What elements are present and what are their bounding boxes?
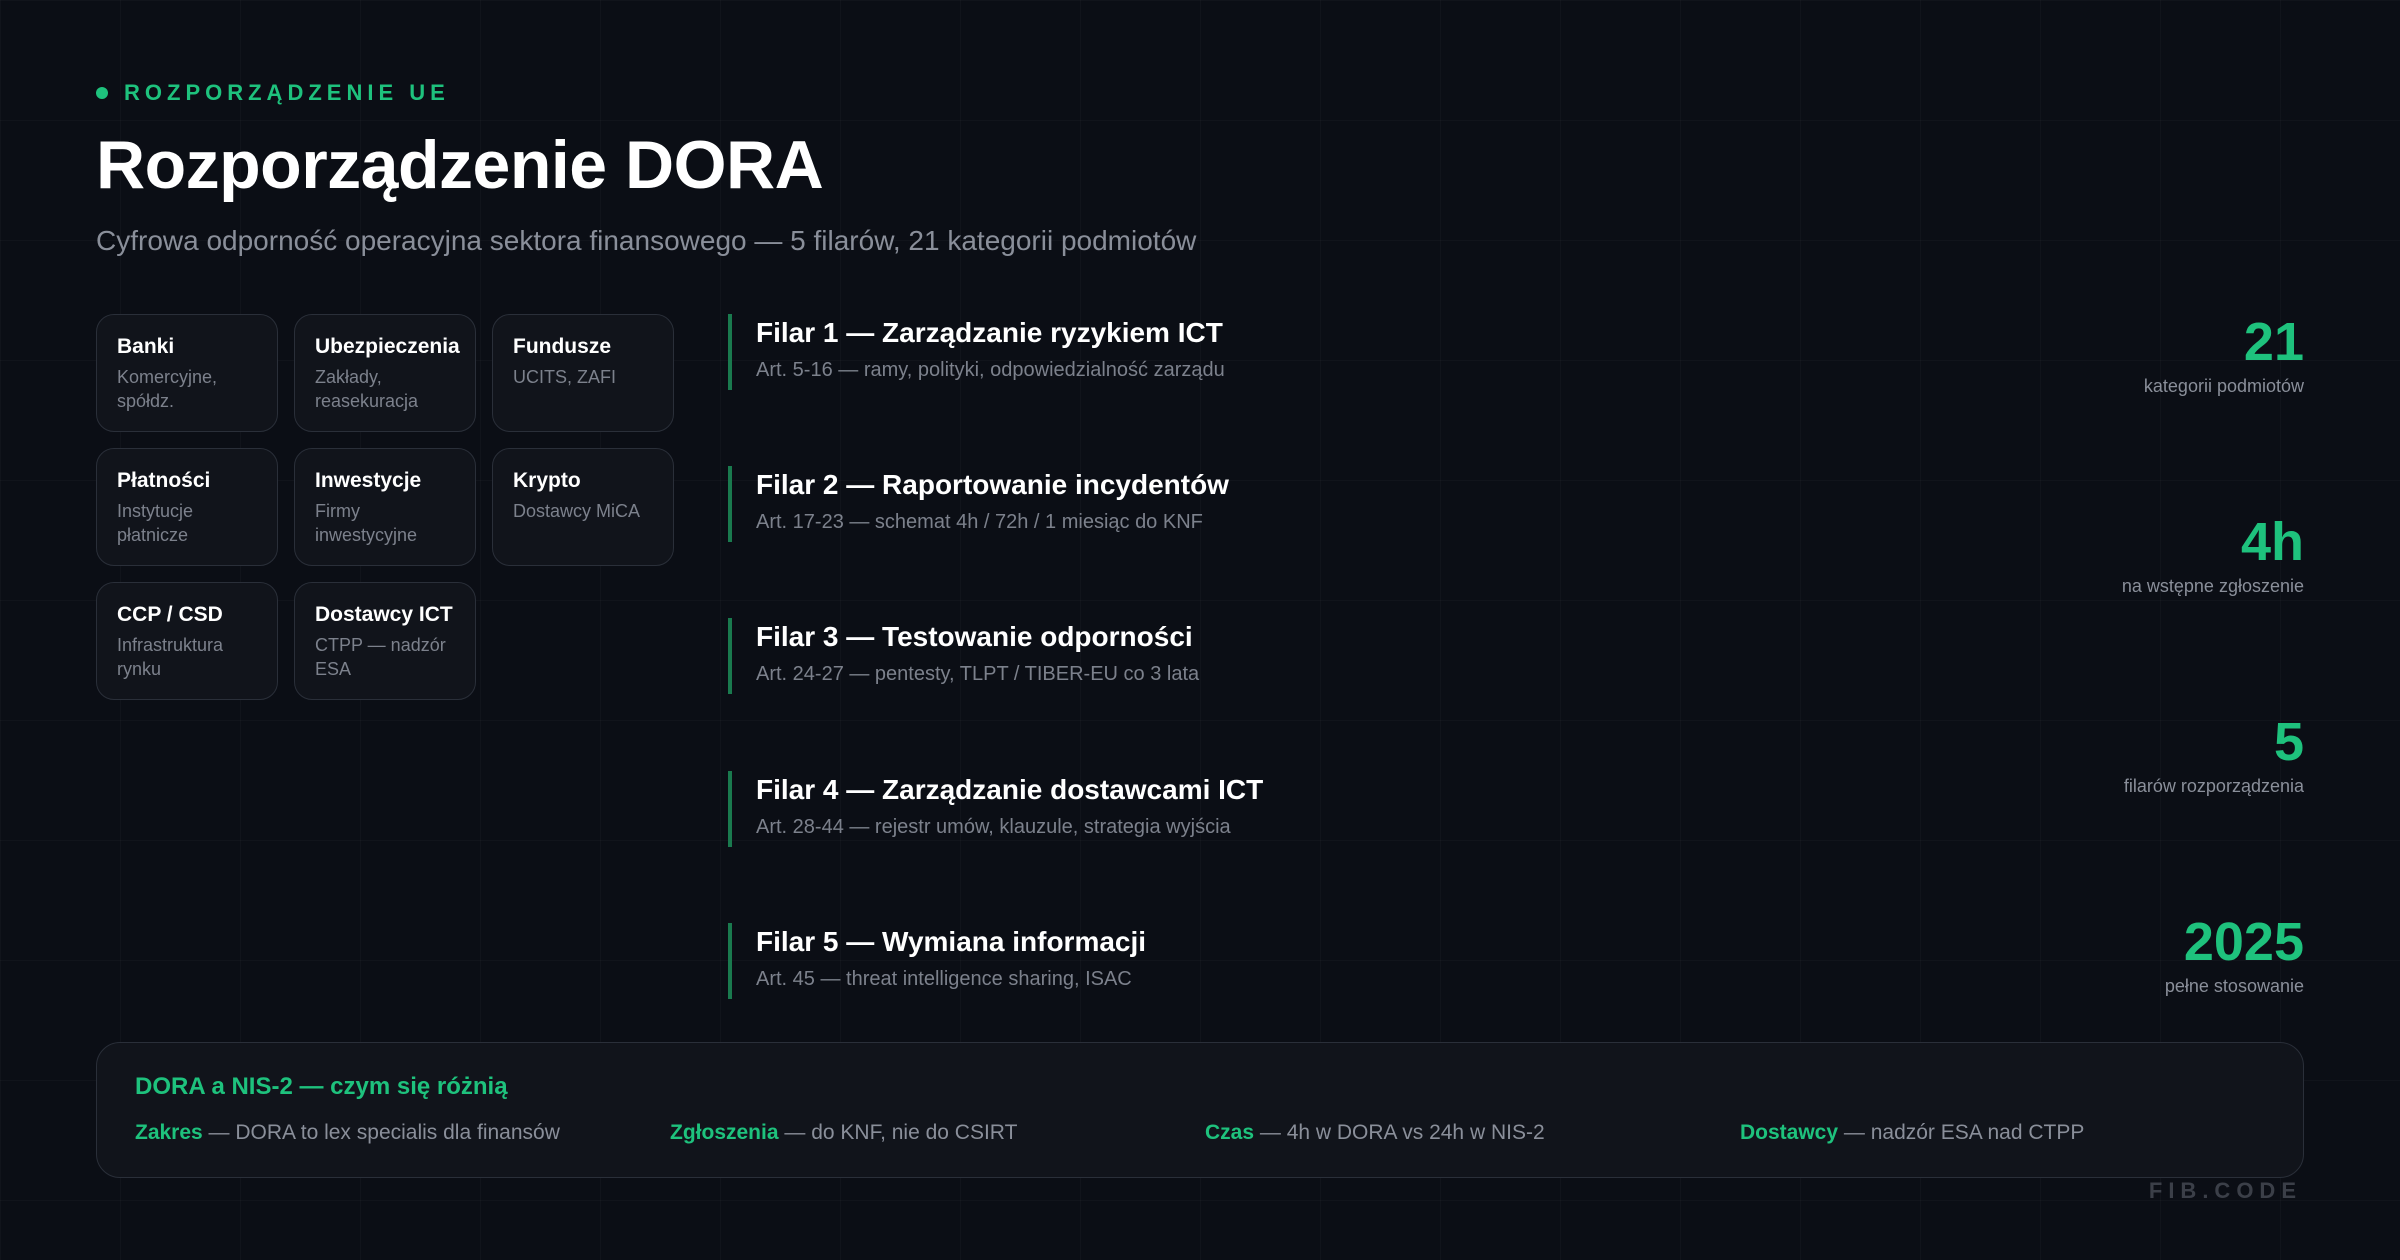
category-title: Dostawcy ICT — [315, 603, 453, 626]
category-card-investments: Inwestycje Firmy inwestycyjne — [294, 448, 476, 566]
category-card-ccp-csd: CCP / CSD Infrastruktura rynku — [96, 582, 278, 700]
entity-categories-grid: Banki Komercyjne, spółdz. Ubezpieczenia … — [96, 314, 676, 700]
pillar-title: Filar 3 — Testowanie odporności — [756, 621, 1193, 652]
category-card-insurance: Ubezpieczenia Zakłady, reasekuracja — [294, 314, 476, 432]
eyebrow-dot-icon — [96, 87, 108, 99]
category-card-funds: Fundusze UCITS, ZAFI — [492, 314, 674, 432]
category-title: Fundusze — [513, 335, 611, 358]
comparison-key: Zgłoszenia — [670, 1121, 779, 1144]
pillar-desc: Art. 45 — threat intelligence sharing, I… — [756, 968, 1132, 990]
eyebrow-label: ROZPORZĄDZENIE UE — [124, 80, 450, 105]
comparison-title: DORA a NIS-2 — czym się różnią — [135, 1073, 508, 1100]
comparison-item-scope: Zakres — DORA to lex specialis dla finan… — [135, 1121, 670, 1145]
stat-label: filarów rozporządzenia — [2123, 776, 2304, 796]
comparison-text: — DORA to lex specialis dla finansów — [202, 1121, 560, 1144]
pillar-3: Filar 3 — Testowanie odporności Art. 24-… — [728, 618, 1548, 694]
page-title: Rozporządzenie DORA — [96, 127, 824, 203]
category-desc: Infrastruktura rynku — [117, 635, 224, 679]
stat-categories: 21 kategorii podmiotów — [2144, 312, 2304, 397]
category-desc: Firmy inwestycyjne — [315, 501, 418, 545]
stat-label: na wstępne zgłoszenie — [2121, 576, 2304, 596]
comparison-key: Zakres — [135, 1121, 203, 1144]
category-card-banks: Banki Komercyjne, spółdz. — [96, 314, 278, 432]
stat-full-application: 2025 pełne stosowanie — [2165, 912, 2304, 997]
pillar-2: Filar 2 — Raportowanie incydentów Art. 1… — [728, 466, 1548, 542]
category-desc: Komercyjne, spółdz. — [117, 367, 218, 411]
eyebrow: ROZPORZĄDZENIE UE — [96, 80, 450, 106]
pillar-5: Filar 5 — Wymiana informacji Art. 45 — t… — [728, 923, 1548, 999]
pillar-title: Filar 1 — Zarządzanie ryzykiem ICT — [756, 317, 1223, 348]
pillar-1: Filar 1 — Zarządzanie ryzykiem ICT Art. … — [728, 314, 1548, 390]
comparison-text: — 4h w DORA vs 24h w NIS-2 — [1254, 1121, 1545, 1144]
comparison-text: — do KNF, nie do CSIRT — [778, 1121, 1018, 1144]
pillar-desc: Art. 17-23 — schemat 4h / 72h / 1 miesią… — [756, 511, 1203, 533]
comparison-item-time: Czas — 4h w DORA vs 24h w NIS-2 — [1205, 1121, 1740, 1145]
category-title: Płatności — [117, 469, 211, 492]
stat-label: pełne stosowanie — [2164, 976, 2304, 996]
category-title: CCP / CSD — [117, 603, 223, 626]
comparison-key: Dostawcy — [1740, 1121, 1839, 1144]
dora-vs-nis2-panel: DORA a NIS-2 — czym się różnią Zakres — … — [96, 1042, 2304, 1178]
category-card-crypto: Krypto Dostawcy MiCA — [492, 448, 674, 566]
category-title: Inwestycje — [315, 469, 422, 492]
pillar-desc: Art. 5-16 — ramy, polityki, odpowiedzial… — [756, 359, 1225, 381]
stat-label: kategorii podmiotów — [2143, 376, 2304, 396]
category-title: Krypto — [513, 469, 581, 492]
stat-value: 2025 — [2183, 912, 2304, 972]
comparison-text: — nadzór ESA nad CTPP — [1838, 1121, 2085, 1144]
stat-value: 21 — [2243, 312, 2304, 372]
pillar-title: Filar 2 — Raportowanie incydentów — [756, 469, 1229, 500]
category-desc: UCITS, ZAFI — [513, 367, 616, 387]
pillar-desc: Art. 28-44 — rejestr umów, klauzule, str… — [756, 816, 1231, 838]
stat-value: 5 — [2273, 712, 2304, 772]
pillar-title: Filar 4 — Zarządzanie dostawcami ICT — [756, 774, 1264, 805]
stat-report-time: 4h na wstępne zgłoszenie — [2122, 512, 2304, 597]
stat-value: 4h — [2240, 512, 2304, 572]
category-card-payments: Płatności Instytucje płatnicze — [96, 448, 278, 566]
pillar-title: Filar 5 — Wymiana informacji — [756, 926, 1147, 957]
brand-watermark: FIB.CODE — [2148, 1178, 2302, 1203]
comparison-item-providers: Dostawcy — nadzór ESA nad CTPP — [1740, 1121, 2275, 1145]
category-card-ict-providers: Dostawcy ICT CTPP — nadzór ESA — [294, 582, 476, 700]
category-desc: Instytucje płatnicze — [117, 501, 194, 545]
comparison-item-reporting: Zgłoszenia — do KNF, nie do CSIRT — [670, 1121, 1205, 1145]
comparison-row: Zakres — DORA to lex specialis dla finan… — [135, 1121, 2275, 1145]
category-title: Banki — [117, 335, 175, 358]
category-desc: Zakłady, reasekuracja — [315, 367, 419, 411]
category-desc: CTPP — nadzór ESA — [315, 635, 446, 679]
page-subtitle: Cyfrowa odporność operacyjna sektora fin… — [96, 225, 1197, 256]
pillar-4: Filar 4 — Zarządzanie dostawcami ICT Art… — [728, 771, 1548, 847]
stat-pillars: 5 filarów rozporządzenia — [2124, 712, 2304, 797]
comparison-key: Czas — [1205, 1121, 1255, 1144]
category-desc: Dostawcy MiCA — [513, 501, 641, 521]
pillar-desc: Art. 24-27 — pentesty, TLPT / TIBER-EU c… — [756, 663, 1200, 685]
category-title: Ubezpieczenia — [315, 335, 460, 358]
